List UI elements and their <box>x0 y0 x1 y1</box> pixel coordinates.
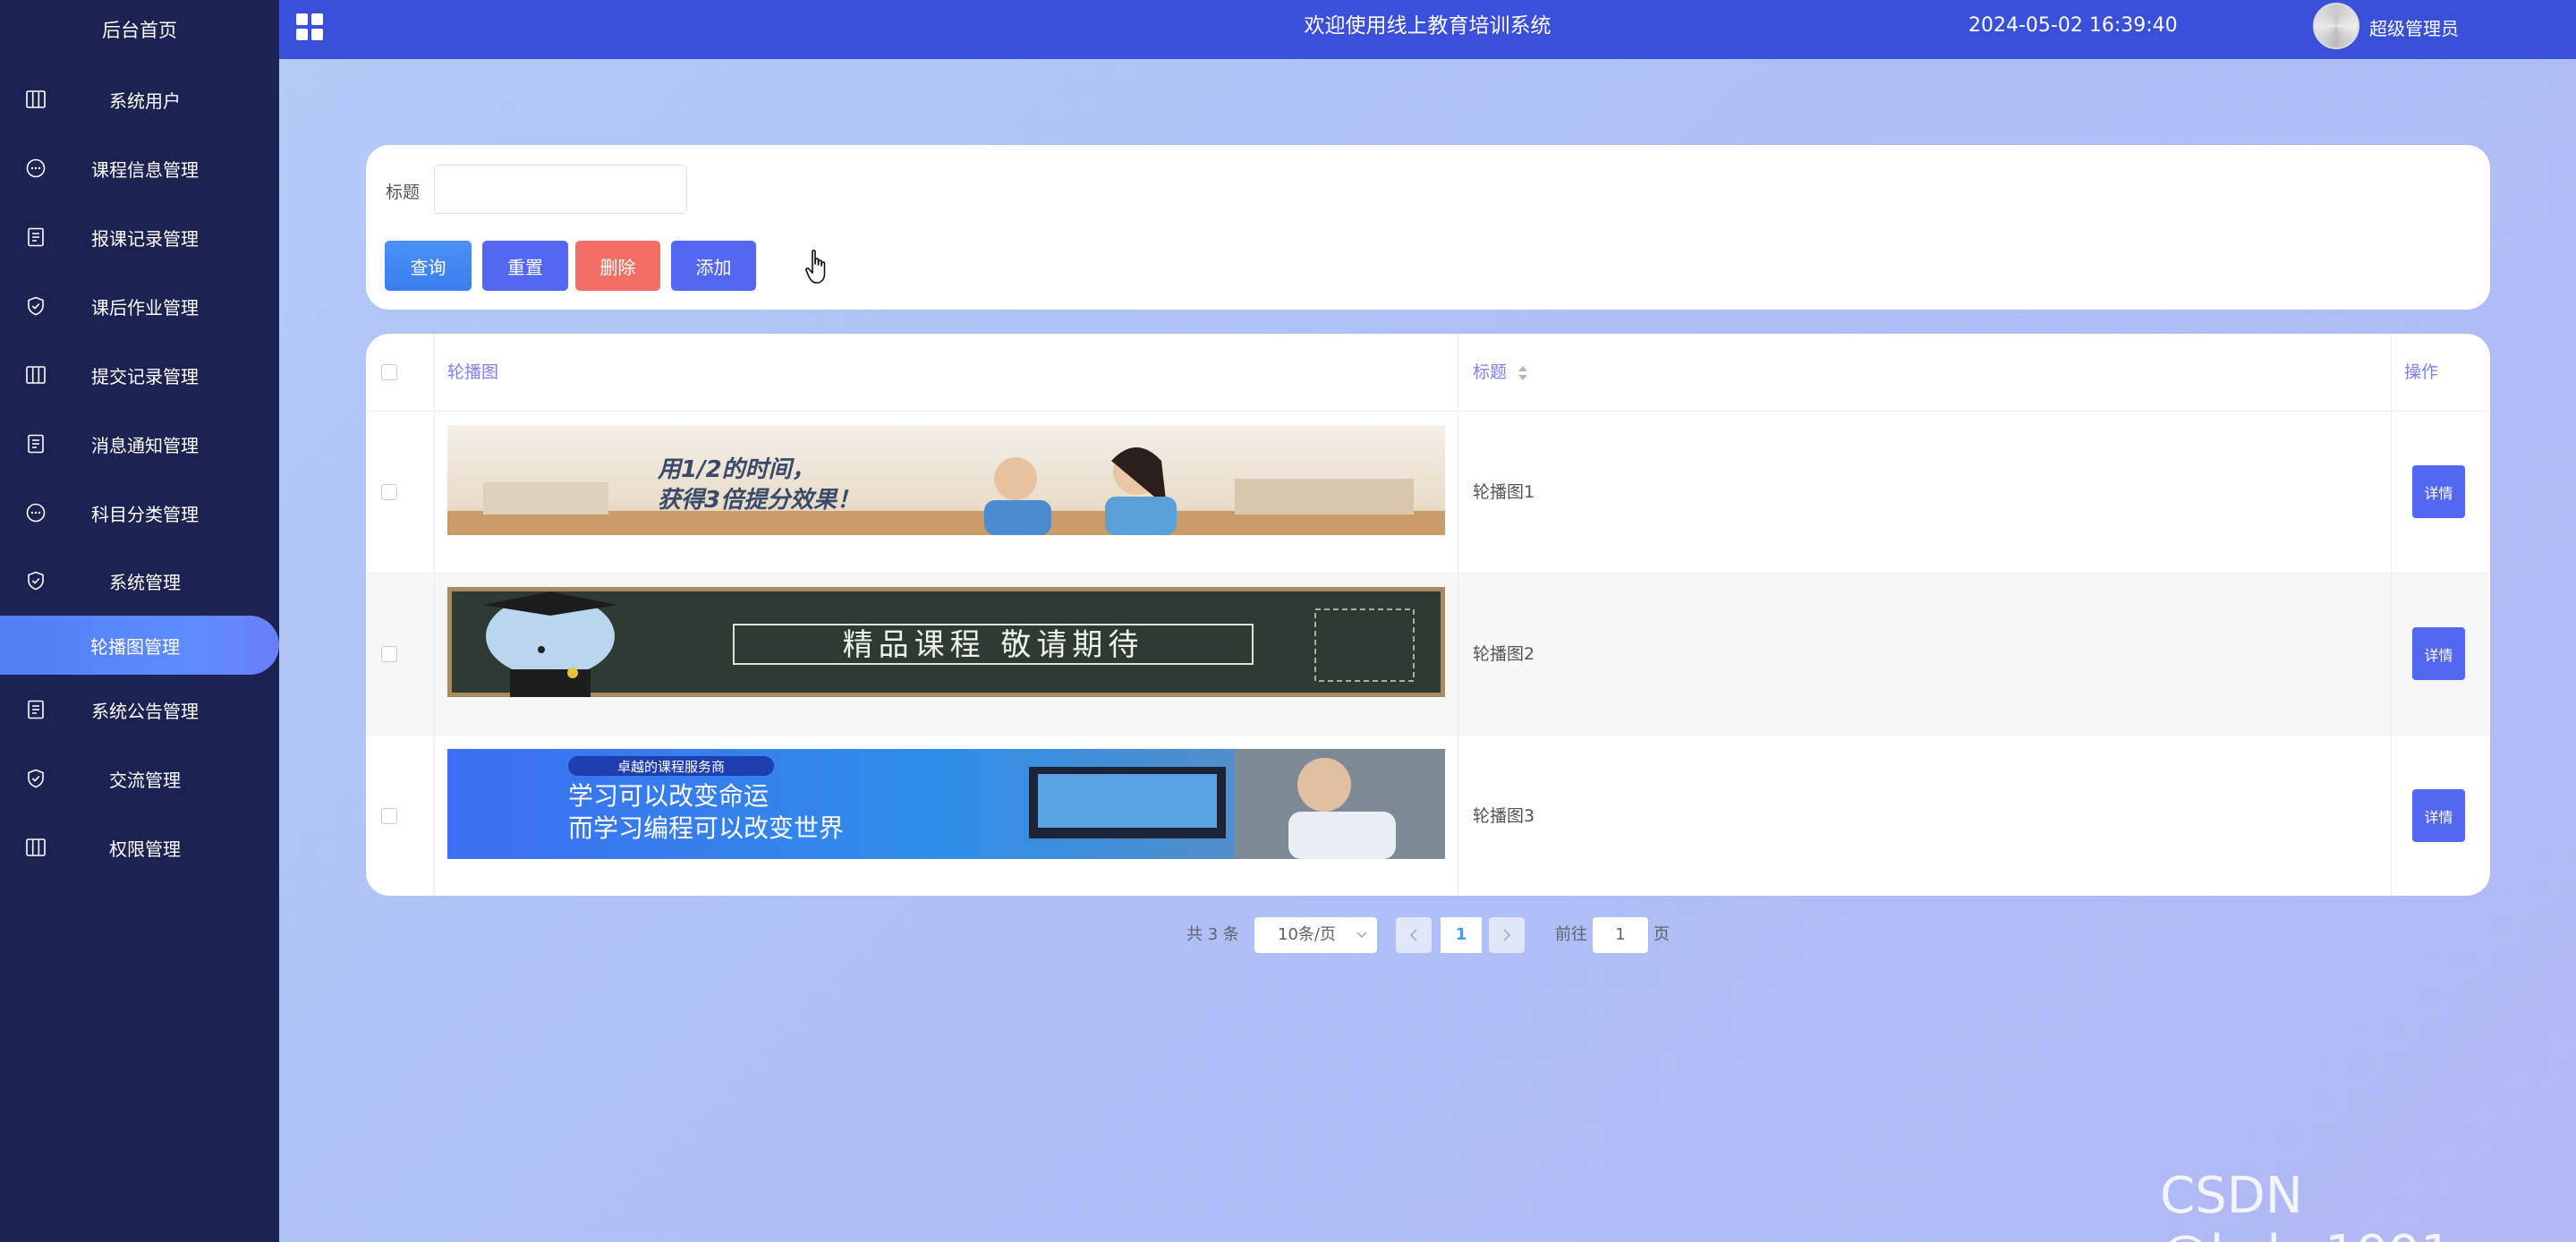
page-unit-label: 页 <box>1654 925 1670 944</box>
sidebar-item-label: 后台首页 <box>102 20 177 41</box>
goto-page-input[interactable]: 1 <box>1593 917 1648 953</box>
detail-button[interactable]: 详情 <box>2412 627 2465 680</box>
welcome-title: 欢迎使用线上教育培训系统 <box>1304 14 1552 38</box>
title-search-input[interactable] <box>434 165 687 214</box>
sort-icon[interactable] <box>1518 365 1528 381</box>
sidebar-item-label: 课后作业管理 <box>91 296 199 319</box>
sidebar-item-label: 交流管理 <box>109 769 181 791</box>
carousel-image-3: 卓越的课程服务商 学习可以改变命运 而学习编程可以改变世界 <box>447 749 1445 859</box>
query-button[interactable]: 查询 <box>385 241 472 291</box>
divider <box>2391 334 2392 896</box>
row-title: 轮播图1 <box>1473 482 1535 502</box>
delete-button[interactable]: 删除 <box>575 241 660 291</box>
carousel-image-1: 用1/2的时间， 获得3倍提分效果！ <box>447 425 1445 535</box>
sidebar-item-label: 系统公告管理 <box>91 700 199 722</box>
sidebar-item-permissions[interactable]: 权限管理 <box>0 818 279 877</box>
column-header-action: 操作 <box>2404 362 2439 382</box>
table-row: 用1/2的时间， 获得3倍提分效果！ 轮播图1 详情 <box>366 412 2490 574</box>
title-label: 标题 <box>386 183 421 202</box>
detail-button[interactable]: 详情 <box>2412 465 2465 518</box>
chevron-right-icon <box>1503 929 1511 941</box>
pagination-total: 共 3 条 <box>1186 925 1239 944</box>
divider <box>434 334 435 896</box>
row-checkbox[interactable] <box>381 484 397 500</box>
banner-3-line-3: 而学习编程可以改变世界 <box>568 813 844 843</box>
sidebar: 后台首页 系统用户 课程信息管理 报课记录管理 课后作业管理 提交记录管理 消息… <box>0 0 279 1242</box>
carousel-image-2: 精品课程 敬请期待 <box>447 587 1445 697</box>
sidebar-item-announcements[interactable]: 系统公告管理 <box>0 680 279 739</box>
prev-page-button[interactable] <box>1396 917 1432 953</box>
sidebar-item-label: 提交记录管理 <box>91 365 199 387</box>
select-all-checkbox[interactable] <box>381 364 397 380</box>
watermark: CSDN @kybs1991 <box>2160 1167 2453 1242</box>
sidebar-item-label: 课程信息管理 <box>91 158 199 181</box>
sidebar-item-label: 轮播图管理 <box>90 635 180 658</box>
chevron-down-icon <box>1356 932 1367 939</box>
next-page-button[interactable] <box>1489 917 1525 953</box>
add-button[interactable]: 添加 <box>671 241 756 291</box>
detail-button[interactable]: 详情 <box>2412 789 2465 842</box>
page-size-value: 10条/页 <box>1278 925 1336 944</box>
page-size-select[interactable]: 10条/页 <box>1254 917 1377 953</box>
sidebar-item-label: 系统管理 <box>109 571 181 593</box>
sidebar-item-label: 科目分类管理 <box>91 503 199 525</box>
username[interactable]: 超级管理员 <box>2369 0 2459 57</box>
row-checkbox[interactable] <box>381 808 397 824</box>
sidebar-item-system-management[interactable]: 系统管理 <box>0 551 279 610</box>
banner-3-line-1: 卓越的课程服务商 <box>617 759 725 775</box>
row-title: 轮播图3 <box>1473 806 1535 826</box>
column-header-image: 轮播图 <box>447 362 499 382</box>
hand-cursor-icon <box>805 250 826 284</box>
sidebar-item-label: 权限管理 <box>109 838 181 860</box>
sidebar-item-carousel-management[interactable]: 轮播图管理 <box>0 616 279 675</box>
table-row: 卓越的课程服务商 学习可以改变命运 而学习编程可以改变世界 轮播图3 详情 <box>366 736 2490 896</box>
banner-1-line-1: 用1/2的时间， <box>657 456 815 483</box>
sidebar-item-system-users[interactable]: 系统用户 <box>0 70 279 129</box>
sidebar-item-homework[interactable]: 课后作业管理 <box>0 276 279 336</box>
row-title: 轮播图2 <box>1473 644 1535 664</box>
sidebar-item-subject-categories[interactable]: 科目分类管理 <box>0 483 279 542</box>
sidebar-item-label: 消息通知管理 <box>91 434 199 456</box>
search-panel: 标题 查询 重置 删除 添加 <box>366 145 2490 310</box>
table-row: 精品课程 敬请期待 轮播图2 详情 <box>366 574 2490 736</box>
reset-button[interactable]: 重置 <box>482 241 568 291</box>
sidebar-item-communication[interactable]: 交流管理 <box>0 749 279 808</box>
sidebar-item-label: 报课记录管理 <box>91 227 199 250</box>
carousel-table: 轮播图 标题 操作 用1/2的时间， 获得3倍提分效果！ 轮播图1 详情 精品课… <box>366 334 2490 896</box>
sidebar-item-enrollment-records[interactable]: 报课记录管理 <box>0 208 279 267</box>
goto-label: 前往 <box>1555 925 1587 944</box>
chevron-left-icon <box>1409 929 1417 941</box>
sidebar-item-home[interactable]: 后台首页 <box>0 0 279 59</box>
sidebar-item-notifications[interactable]: 消息通知管理 <box>0 414 279 473</box>
column-header-title-text: 标题 <box>1473 362 1508 382</box>
sidebar-item-label: 系统用户 <box>109 89 181 112</box>
page-number-current[interactable]: 1 <box>1441 917 1482 953</box>
current-datetime: 2024-05-02 16:39:40 <box>1968 14 2178 37</box>
row-checkbox[interactable] <box>381 646 397 662</box>
banner-1-line-2: 获得3倍提分效果！ <box>658 487 860 514</box>
column-header-title[interactable]: 标题 <box>1473 334 1528 411</box>
top-header: 欢迎使用线上教育培训系统 2024-05-02 16:39:40 超级管理员 <box>279 0 2576 59</box>
banner-3-line-2: 学习可以改变命运 <box>568 781 769 811</box>
avatar[interactable] <box>2313 3 2359 49</box>
sidebar-item-submission-records[interactable]: 提交记录管理 <box>0 345 279 404</box>
banner-2-text: 精品课程 敬请期待 <box>843 627 1144 663</box>
sidebar-item-course-info[interactable]: 课程信息管理 <box>0 139 279 198</box>
